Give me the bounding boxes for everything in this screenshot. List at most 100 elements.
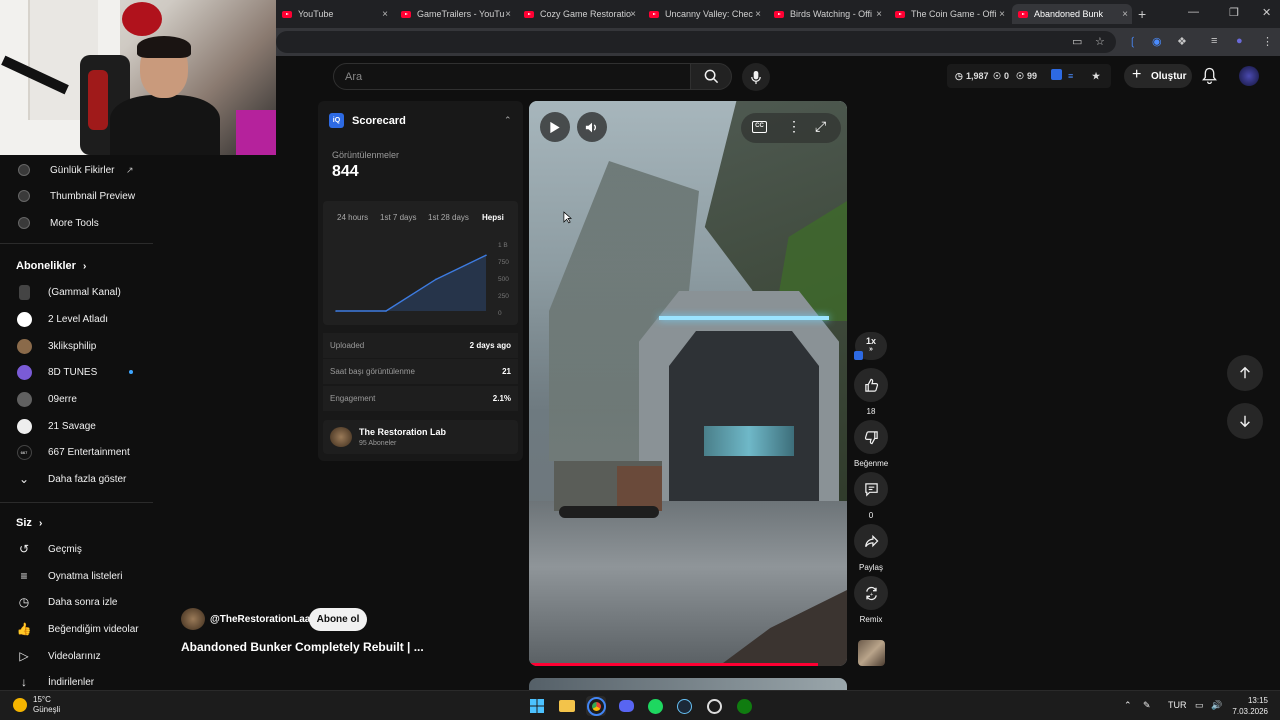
- new-tab-icon[interactable]: +: [1138, 6, 1146, 22]
- search-input[interactable]: Ara: [333, 63, 691, 90]
- more-options-icon[interactable]: ⋮: [787, 118, 801, 135]
- extensions-puzzle-icon[interactable]: ❖: [1177, 35, 1187, 48]
- voice-search-button[interactable]: [742, 63, 770, 91]
- close-tab-icon[interactable]: ×: [999, 9, 1005, 20]
- views-point: [435, 278, 437, 281]
- collapse-chevron-icon[interactable]: ⌃: [504, 115, 512, 126]
- notifications-button[interactable]: [1202, 67, 1217, 87]
- next-short-button[interactable]: [1227, 403, 1263, 439]
- channel-card[interactable]: The Restoration Lab 95 Aboneler: [323, 420, 518, 454]
- subscriptions-heading[interactable]: Abonelikler ›: [16, 260, 86, 272]
- close-tab-icon[interactable]: ×: [755, 9, 761, 20]
- weather-widget[interactable]: 15°C Güneşli: [33, 695, 60, 715]
- sidebar-item-more-tools[interactable]: More Tools: [0, 210, 153, 236]
- previous-short-button[interactable]: [1227, 355, 1263, 391]
- browser-tab[interactable]: Birds Watching - Offi ×: [768, 4, 886, 24]
- show-more-button[interactable]: ⌄ Daha fazla göster: [0, 466, 153, 492]
- fullscreen-icon[interactable]: ⤢: [815, 118, 826, 135]
- svg-text:+: +: [869, 591, 872, 597]
- remix-button[interactable]: + Remix: [854, 576, 888, 624]
- profile-icon[interactable]: ●: [1236, 35, 1243, 47]
- spotify-app[interactable]: [645, 696, 665, 716]
- volume-button[interactable]: [577, 112, 607, 142]
- subscription-item[interactable]: 09erre: [0, 386, 153, 412]
- xbox-icon: [736, 698, 752, 714]
- close-tab-icon[interactable]: ×: [1122, 9, 1128, 20]
- close-tab-icon[interactable]: ×: [876, 9, 882, 20]
- like-button[interactable]: 18: [854, 368, 888, 416]
- media-control-icon[interactable]: ≡: [1211, 35, 1217, 47]
- extension-icon[interactable]: ❲: [1128, 35, 1137, 48]
- restore-icon[interactable]: ❐: [1229, 6, 1239, 19]
- avatar[interactable]: [1239, 66, 1259, 86]
- vidiq-extension-icon[interactable]: ◉: [1152, 35, 1162, 48]
- steam-app[interactable]: [674, 696, 694, 716]
- search-button[interactable]: [690, 63, 732, 90]
- video-progress-bar[interactable]: [529, 663, 819, 666]
- bars-icon[interactable]: ≡: [1068, 71, 1073, 81]
- subscription-item[interactable]: 21 Savage: [0, 413, 153, 439]
- shorts-video-player[interactable]: CC ⋮ ⤢: [529, 101, 847, 666]
- sidebar-item-playlists[interactable]: ≡ Oynatma listeleri: [0, 563, 153, 589]
- browser-menu-icon[interactable]: ⋮: [1262, 35, 1273, 48]
- share-button[interactable]: Paylaş: [854, 524, 888, 572]
- subscription-item[interactable]: 667 667 Entertainment: [0, 439, 153, 465]
- browser-tab[interactable]: The Coin Game - Offi ×: [889, 4, 1009, 24]
- clock[interactable]: 13:15 7.03.2026: [1232, 695, 1268, 717]
- discord-app[interactable]: [616, 696, 636, 716]
- comments-button[interactable]: 0: [854, 472, 888, 520]
- you-heading[interactable]: Siz ›: [16, 517, 42, 529]
- sidebar-item-gunluk-fikirler[interactable]: Günlük Fikirler ↗: [0, 157, 153, 183]
- browser-tab[interactable]: YouTube ×: [276, 4, 392, 24]
- channel-handle[interactable]: @TheRestorationLaab: [210, 614, 316, 625]
- pen-icon[interactable]: ✎: [1143, 700, 1151, 711]
- channel-avatar[interactable]: [181, 608, 205, 630]
- views-icon: ☉: [1016, 71, 1025, 81]
- file-explorer-app[interactable]: [557, 696, 577, 716]
- dislike-button[interactable]: Beğenme: [854, 420, 888, 468]
- captions-icon[interactable]: CC: [752, 121, 767, 133]
- xbox-app[interactable]: [734, 696, 754, 716]
- window-close-icon[interactable]: ✕: [1262, 6, 1271, 19]
- close-tab-icon[interactable]: ×: [505, 9, 511, 20]
- subscription-item[interactable]: 8D TUNES: [0, 359, 153, 385]
- sidebar-item-thumbnail-preview[interactable]: Thumbnail Preview: [0, 183, 153, 209]
- network-icon[interactable]: ▭: [1195, 700, 1204, 711]
- scorecard-panel: iQ Scorecard ⌃ Görüntülenmeler 844 24 ho…: [318, 101, 523, 461]
- next-short-preview[interactable]: [529, 678, 847, 690]
- minimize-icon[interactable]: —: [1188, 6, 1199, 18]
- start-button[interactable]: [527, 696, 547, 716]
- install-app-icon[interactable]: ▭: [1072, 35, 1082, 48]
- close-tab-icon[interactable]: ×: [382, 9, 388, 20]
- sound-thumbnail[interactable]: [858, 640, 885, 666]
- chrome-app[interactable]: [586, 696, 606, 716]
- browser-tab[interactable]: Cozy Game Restoratio ×: [518, 4, 640, 24]
- volume-tray-icon[interactable]: 🔊: [1211, 700, 1222, 711]
- trophy-icon[interactable]: ★: [1092, 71, 1100, 82]
- sidebar-item-history[interactable]: ↺ Geçmiş: [0, 536, 153, 562]
- subscription-item[interactable]: (Gammal Kanal): [0, 279, 153, 305]
- subscription-item[interactable]: 2 Level Atladı: [0, 306, 153, 332]
- channel-stats-pill[interactable]: ◷ 1,987 ☉ 0 ☉ 99 ≡ ★: [947, 64, 1111, 88]
- vidiq-icon[interactable]: [1051, 69, 1062, 80]
- tray-overflow-icon[interactable]: ⌃: [1124, 700, 1132, 711]
- browser-tab-active[interactable]: Abandoned Bunk ×: [1012, 4, 1132, 24]
- create-button[interactable]: + Oluştur: [1124, 64, 1192, 88]
- bookmark-star-icon[interactable]: ☆: [1095, 35, 1105, 48]
- address-bar[interactable]: [276, 31, 1116, 53]
- sidebar-item-your-videos[interactable]: ▷ Videolarınız: [0, 643, 153, 669]
- video-title[interactable]: Abandoned Bunker Completely Rebuilt | ..…: [181, 640, 424, 654]
- browser-tab[interactable]: GameTrailers - YouTu ×: [395, 4, 515, 24]
- language-indicator[interactable]: TUR: [1168, 700, 1187, 710]
- sidebar-item-watch-later[interactable]: ◷ Daha sonra izle: [0, 589, 153, 615]
- sun-icon[interactable]: [13, 698, 27, 712]
- browser-tab[interactable]: Uncanny Valley: Chec ×: [643, 4, 765, 24]
- subscribe-button[interactable]: Abone ol: [309, 608, 367, 631]
- stat-row-uploaded: Uploaded 2 days ago: [323, 333, 518, 358]
- close-tab-icon[interactable]: ×: [630, 9, 636, 20]
- play-button[interactable]: [540, 112, 570, 142]
- app-settings[interactable]: [704, 696, 724, 716]
- subscription-item[interactable]: 3kliksphilip: [0, 333, 153, 359]
- y-tick-label: 750: [498, 259, 509, 266]
- sidebar-item-liked-videos[interactable]: 👍 Beğendiğim videolar: [0, 616, 153, 642]
